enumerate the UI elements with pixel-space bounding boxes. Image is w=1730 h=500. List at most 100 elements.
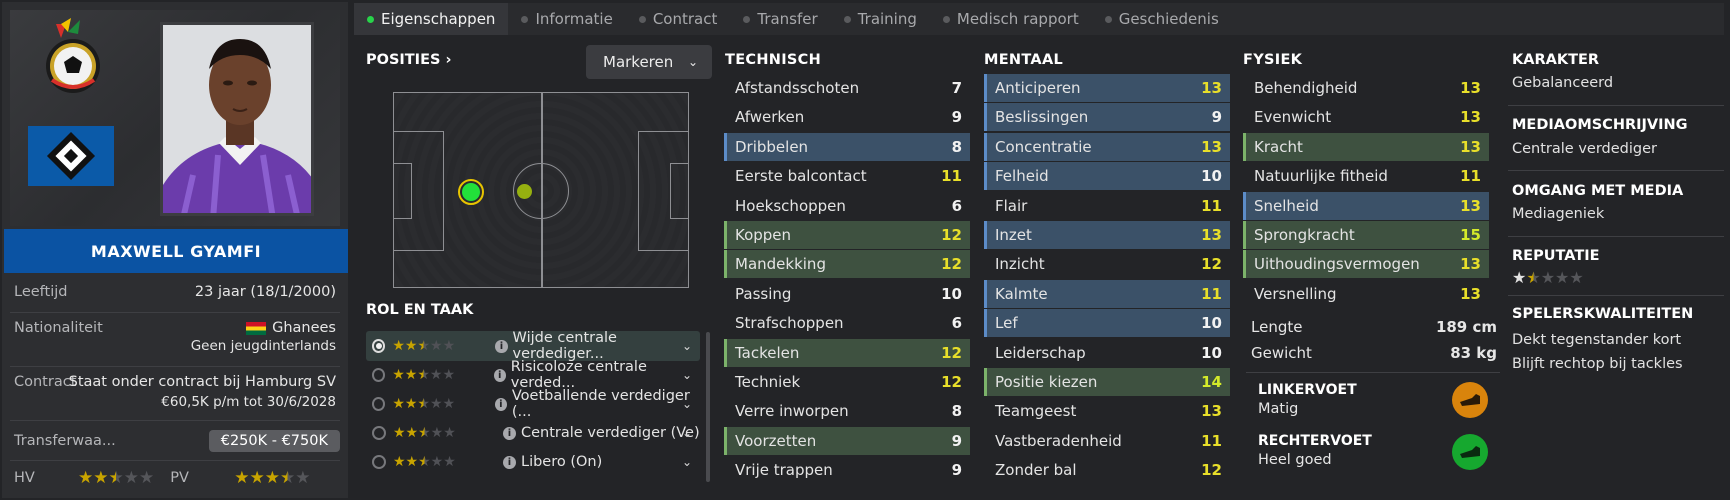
attribute-row[interactable]: Concentratie 13 [984,132,1230,161]
attribute-row[interactable]: Inzet 13 [984,221,1230,249]
attribute-row[interactable]: Felheid 10 [984,162,1230,191]
attribute-row[interactable]: Zonder bal 12 [984,456,1230,484]
attribute-row[interactable]: Leiderschap 10 [984,339,1230,367]
chevron-down-icon[interactable]: ⌄ [682,426,692,440]
role-item[interactable]: ★★★★★ i Voetballende verdediger (... ⌄ [366,388,700,420]
info-icon[interactable]: i [495,339,508,353]
attribute-row[interactable]: Techniek 12 [724,368,970,396]
role-stars: ★★★★★ [392,396,456,412]
tab-medisch-rapport[interactable]: Medisch rapport [930,3,1092,35]
divider [10,420,340,421]
role-label: Centrale verdediger (Ve) [521,425,700,441]
info-icon[interactable]: i [494,397,507,411]
tab-contract[interactable]: Contract [626,3,731,35]
attribute-name: Leiderschap [995,343,1086,362]
attribute-row[interactable]: Kracht 13 [1243,132,1489,161]
pv-label: PV [170,470,189,486]
attribute-row[interactable]: Evenwicht 13 [1243,103,1489,131]
attribute-row[interactable]: Natuurlijke fitheid 11 [1243,162,1489,190]
tab-label: Training [857,10,917,28]
attribute-row[interactable]: Vastberadenheid 11 [984,427,1230,455]
attribute-value: 11 [941,167,962,186]
attribute-name: Teamgeest [995,402,1077,421]
attribute-row[interactable]: Verre inworpen 8 [724,397,970,425]
attribute-row[interactable]: Sprongkracht 15 [1243,221,1489,249]
nationality-value[interactable]: Ghanees [272,320,336,336]
role-item[interactable]: ★★★★★ i Risicoloze centrale verded... ⌄ [366,359,700,391]
role-label: Wijde centrale verdediger... [512,330,617,362]
info-icon[interactable]: i [503,426,516,440]
attribute-row[interactable]: Uithoudingsvermogen 13 [1243,250,1489,279]
chevron-down-icon[interactable]: ⌄ [682,455,692,469]
secondary-position-marker[interactable] [517,184,532,199]
weight-label: Gewicht [1251,344,1312,362]
divider [10,366,340,367]
attribute-row[interactable]: Mandekking 12 [724,250,970,279]
tab-eigenschappen[interactable]: Eigenschappen [354,3,509,35]
attribute-row[interactable]: Afwerken 9 [724,103,970,131]
chevron-down-icon[interactable]: ⌄ [682,339,692,353]
role-item[interactable]: ★★★★★ i Wijde centrale verdediger... ⌄ [366,330,700,362]
attribute-row[interactable]: Eerste balcontact 11 [724,162,970,190]
divider [1508,170,1724,171]
attribute-row[interactable]: Positie kiezen 14 [984,368,1230,396]
attribute-row[interactable]: Lef 10 [984,309,1230,338]
attribute-name: Voorzetten [735,431,817,450]
attribute-row[interactable]: Strafschoppen 6 [724,309,970,337]
attribute-value: 13 [1201,79,1222,97]
attribute-name: Concentratie [995,137,1092,156]
chevron-down-icon[interactable]: ⌄ [682,397,692,411]
role-radio[interactable] [372,339,386,353]
tab-label: Medisch rapport [956,10,1079,28]
role-radio[interactable] [372,426,386,440]
nationality-label: Nationaliteit [14,320,103,336]
club-badge[interactable] [28,126,114,186]
media-value: Centrale verdediger [1512,141,1657,157]
tab-informatie[interactable]: Informatie [508,3,625,35]
attribute-row[interactable]: Behendigheid 13 [1243,74,1489,102]
attribute-row[interactable]: Hoekschoppen 6 [724,192,970,220]
contract-value[interactable]: Staat onder contract bij Hamburg SV [69,374,336,390]
attribute-name: Passing [735,284,792,303]
attribute-row[interactable]: Tackelen 12 [724,338,970,367]
attribute-row[interactable]: Koppen 12 [724,221,970,249]
attribute-row[interactable]: Anticiperen 13 [984,74,1230,102]
attribute-row[interactable]: Inzicht 12 [984,250,1230,278]
role-item[interactable]: ★★★★★ i Libero (On) ⌄ [366,447,700,477]
attribute-row[interactable]: Passing 10 [724,280,970,308]
mark-dropdown[interactable]: Markeren ⌄ [586,45,712,79]
attribute-value: 11 [1460,167,1481,186]
attribute-row[interactable]: Afstandsschoten 7 [724,74,970,102]
role-radio[interactable] [372,455,386,469]
attribute-name: Snelheid [1254,196,1319,215]
positions-title[interactable]: POSITIES › [366,52,451,68]
attribute-name: Anticiperen [995,79,1081,97]
role-radio[interactable] [372,368,386,382]
roles-scrollbar[interactable] [706,332,710,482]
attribute-row[interactable]: Versnelling 13 [1243,280,1489,308]
national-team-badge[interactable] [38,16,108,96]
info-icon[interactable]: i [503,455,516,469]
tab-transfer[interactable]: Transfer [730,3,830,35]
chevron-down-icon[interactable]: ⌄ [682,368,692,382]
attribute-row[interactable]: Vrije trappen 9 [724,456,970,484]
role-item[interactable]: ★★★★★ i Centrale verdediger (Ve) ⌄ [366,418,700,448]
role-radio[interactable] [372,397,386,411]
left-foot-label: LINKERVOET [1258,382,1357,398]
attribute-row[interactable]: Flair 11 [984,192,1230,220]
reputation-stars: ★★★★★ [1512,268,1584,287]
attribute-row[interactable]: Snelheid 13 [1243,191,1489,220]
attribute-row[interactable]: Beslissingen 9 [984,103,1230,132]
attribute-row[interactable]: Kalmte 11 [984,279,1230,308]
transfer-value-badge[interactable]: €250K - €750K [208,430,340,452]
tab-training[interactable]: Training [831,3,930,35]
attribute-row[interactable]: Dribbelen 8 [724,132,970,161]
tab-geschiedenis[interactable]: Geschiedenis [1092,3,1232,35]
info-icon[interactable]: i [493,368,506,382]
attribute-row[interactable]: Voorzetten 9 [724,426,970,455]
right-foot-value: Heel goed [1258,452,1332,468]
natural-position-marker[interactable] [458,179,484,205]
tab-dot-icon [743,15,751,23]
attribute-value: 13 [1460,108,1481,127]
attribute-row[interactable]: Teamgeest 13 [984,397,1230,425]
